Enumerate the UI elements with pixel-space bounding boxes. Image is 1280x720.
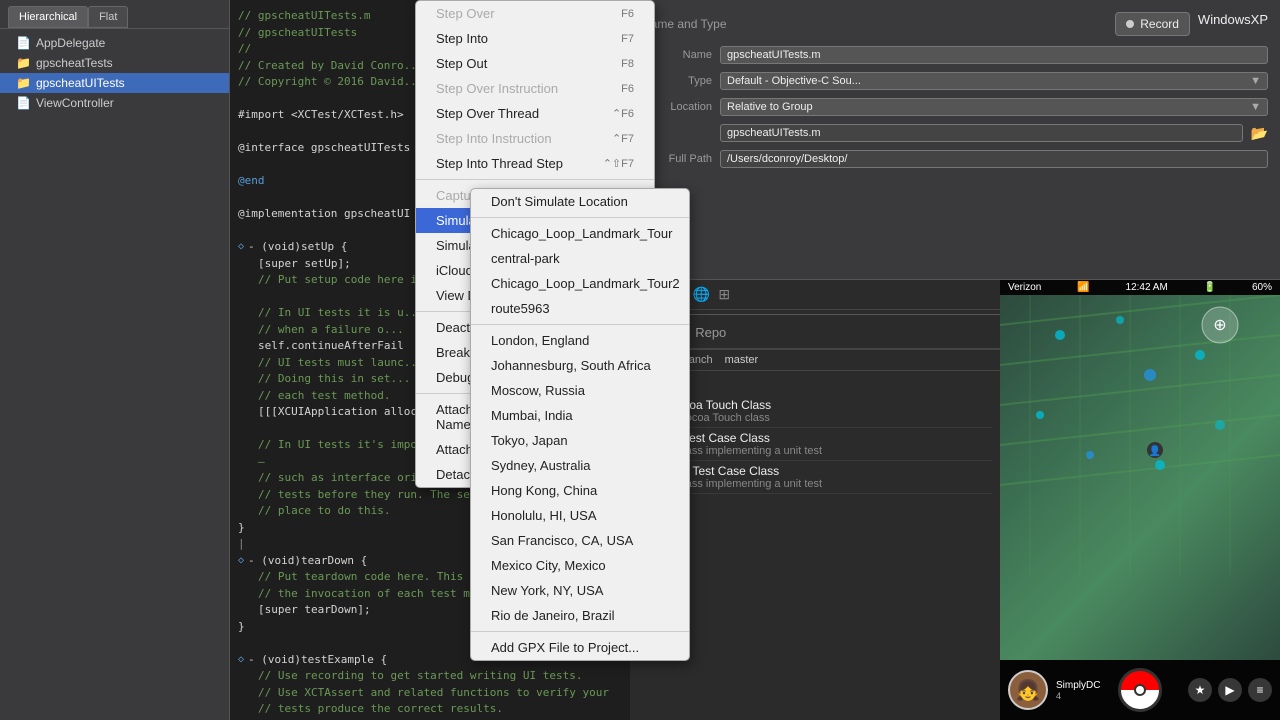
tree-item-viewcontroller[interactable]: 📄 ViewController bbox=[0, 93, 229, 113]
svg-text:⊕: ⊕ bbox=[1213, 317, 1226, 334]
submenu-separator-3 bbox=[471, 631, 689, 632]
pokeball-center bbox=[1134, 684, 1146, 696]
code-editor-area: // gpscheatUITests.m // gpscheatUITests … bbox=[230, 0, 630, 720]
windows-xp-label: WindowsXP bbox=[1198, 12, 1268, 36]
submenu-add-gpx[interactable]: Add GPX File to Project... bbox=[471, 635, 689, 660]
path-short-value: gpscheatUITests.m bbox=[720, 124, 1243, 142]
repo-tab[interactable]: Repo bbox=[695, 325, 726, 344]
menu-step-over[interactable]: Step Over F6 bbox=[416, 1, 654, 26]
unit-test-title: Unit Test Case Class bbox=[668, 464, 822, 478]
submenu-chicago-loop-2[interactable]: Chicago_Loop_Landmark_Tour2 bbox=[471, 271, 689, 296]
simulate-location-submenu[interactable]: Don't Simulate Location Chicago_Loop_Lan… bbox=[470, 188, 690, 661]
file-tree: 📄 AppDelegate 📁 gpscheatTests 📁 gpscheat… bbox=[0, 29, 229, 720]
full-path-value: /Users/dconroy/Desktop/ bbox=[720, 150, 1268, 168]
file-info-panel: Name and Type Record WindowsXP Name gpsc… bbox=[630, 0, 1280, 279]
submenu-sf[interactable]: San Francisco, CA, USA bbox=[471, 528, 689, 553]
ui-test-desc: A class implementing a unit test bbox=[668, 445, 822, 457]
phone-status-bar: Verizon 📶 12:42 AM 🔋 60% bbox=[1000, 280, 1280, 295]
folder-icon: 📁 bbox=[16, 56, 31, 70]
right-panel: Name and Type Record WindowsXP Name gpsc… bbox=[630, 0, 1280, 720]
record-dot-icon bbox=[1126, 20, 1134, 28]
submenu-hongkong[interactable]: Hong Kong, China bbox=[471, 478, 689, 503]
bottom-panel: 📄 🔗 🌐 ⊞ Source Repo Current Branch maste… bbox=[630, 280, 1280, 720]
location-value[interactable]: Relative to Group ▼ bbox=[720, 98, 1268, 116]
tab-hierarchical[interactable]: Hierarchical bbox=[8, 6, 88, 28]
record-button[interactable]: Record bbox=[1115, 12, 1190, 36]
tree-item-gpscheattests[interactable]: 📁 gpscheatTests bbox=[0, 53, 229, 73]
phone-bottom-bar: 👧 SimplyDC 4 ★ ▶ ≡ bbox=[1000, 660, 1280, 720]
source-item-cocoa: C Cocoa Touch Class A Cocoa Touch class bbox=[638, 395, 992, 428]
ui-test-title: UI Test Case Class bbox=[668, 431, 822, 445]
globe-icon[interactable]: 🌐 bbox=[693, 286, 710, 303]
unit-test-desc: A class implementing a unit test bbox=[668, 478, 822, 490]
star-icon[interactable]: ★ bbox=[1188, 678, 1212, 702]
svg-text:👤: 👤 bbox=[1149, 444, 1161, 457]
submenu-johannesburg[interactable]: Johannesburg, South Africa bbox=[471, 353, 689, 378]
menu-into-thread-step[interactable]: Step Into Thread Step ⌃⇧F7 bbox=[416, 151, 654, 176]
menu-step-over-instruction[interactable]: Step Over Instruction F6 bbox=[416, 76, 654, 101]
battery-level: 60% bbox=[1252, 282, 1272, 293]
submenu-sydney[interactable]: Sydney, Australia bbox=[471, 453, 689, 478]
menu-icon[interactable]: ≡ bbox=[1248, 678, 1272, 702]
menu-separator-1 bbox=[416, 179, 654, 180]
left-panel-tabs: Hierarchical Flat bbox=[0, 0, 229, 29]
grid-icon[interactable]: ⊞ bbox=[718, 286, 730, 303]
tree-item-appdelegate[interactable]: 📄 AppDelegate bbox=[0, 33, 229, 53]
type-value[interactable]: Default - Objective-C Sou... ▼ bbox=[720, 72, 1268, 90]
time-label: 12:42 AM bbox=[1126, 282, 1168, 293]
name-value[interactable]: gpscheatUITests.m bbox=[720, 46, 1268, 64]
tab-flat[interactable]: Flat bbox=[88, 6, 128, 28]
submenu-chicago-loop[interactable]: Chicago_Loop_Landmark_Tour bbox=[471, 221, 689, 246]
menu-step-into[interactable]: Step Into F7 bbox=[416, 26, 654, 51]
submenu-rio[interactable]: Rio de Janeiro, Brazil bbox=[471, 603, 689, 628]
submenu-separator-1 bbox=[471, 217, 689, 218]
left-panel: Hierarchical Flat 📄 AppDelegate 📁 gpsche… bbox=[0, 0, 230, 720]
menu-step-out[interactable]: Step Out F8 bbox=[416, 51, 654, 76]
player-level: 4 bbox=[1056, 691, 1100, 701]
submenu-dont-simulate[interactable]: Don't Simulate Location bbox=[471, 189, 689, 214]
browse-folder-icon[interactable]: 📂 bbox=[1251, 125, 1268, 142]
menu-step-over-thread[interactable]: Step Over Thread ⌃F6 bbox=[416, 101, 654, 126]
submenu-mumbai[interactable]: Mumbai, India bbox=[471, 403, 689, 428]
player-name: SimplyDC bbox=[1056, 680, 1100, 691]
submenu-honolulu[interactable]: Honolulu, HI, USA bbox=[471, 503, 689, 528]
submenu-tokyo[interactable]: Tokyo, Japan bbox=[471, 428, 689, 453]
file-icon: 📄 bbox=[16, 96, 31, 110]
phone-frame: Verizon 📶 12:42 AM 🔋 60% bbox=[1000, 280, 1280, 720]
type-dropdown-icon[interactable]: ▼ bbox=[1250, 75, 1261, 87]
submenu-central-park[interactable]: central-park bbox=[471, 246, 689, 271]
player-avatar: 👧 bbox=[1008, 670, 1048, 710]
submenu-london[interactable]: London, England bbox=[471, 328, 689, 353]
carrier-label: Verizon bbox=[1008, 282, 1041, 293]
submenu-separator-2 bbox=[471, 324, 689, 325]
play-icon[interactable]: ▶ bbox=[1218, 678, 1242, 702]
menu-step-into-instruction[interactable]: Step Into Instruction ⌃F7 bbox=[416, 126, 654, 151]
map-svg: ⊕ 👤 bbox=[1000, 295, 1280, 660]
pokeball-icon[interactable] bbox=[1118, 668, 1162, 712]
source-item-ui-test: T UI Test Case Class A class implementin… bbox=[638, 428, 992, 461]
battery-icon: 🔋 bbox=[1204, 282, 1216, 293]
branch-value: master bbox=[725, 354, 759, 366]
submenu-moscow[interactable]: Moscow, Russia bbox=[471, 378, 689, 403]
source-item-unit-test: T Unit Test Case Class A class implement… bbox=[638, 461, 992, 494]
file-icon: 📄 bbox=[16, 36, 31, 50]
submenu-new-york[interactable]: New York, NY, USA bbox=[471, 578, 689, 603]
wifi-icon: 📶 bbox=[1077, 282, 1089, 293]
submenu-route5963[interactable]: route5963 bbox=[471, 296, 689, 321]
phone-action-icons: ★ ▶ ≡ bbox=[1188, 678, 1272, 702]
phone-map: ⊕ 👤 bbox=[1000, 295, 1280, 660]
tree-item-gpscheatuitests[interactable]: 📁 gpscheatUITests bbox=[0, 73, 229, 93]
location-dropdown-icon[interactable]: ▼ bbox=[1250, 101, 1261, 113]
folder-icon: 📁 bbox=[16, 76, 31, 90]
submenu-mexico-city[interactable]: Mexico City, Mexico bbox=[471, 553, 689, 578]
right-panel-top: Name and Type Record WindowsXP Name gpsc… bbox=[630, 0, 1280, 280]
